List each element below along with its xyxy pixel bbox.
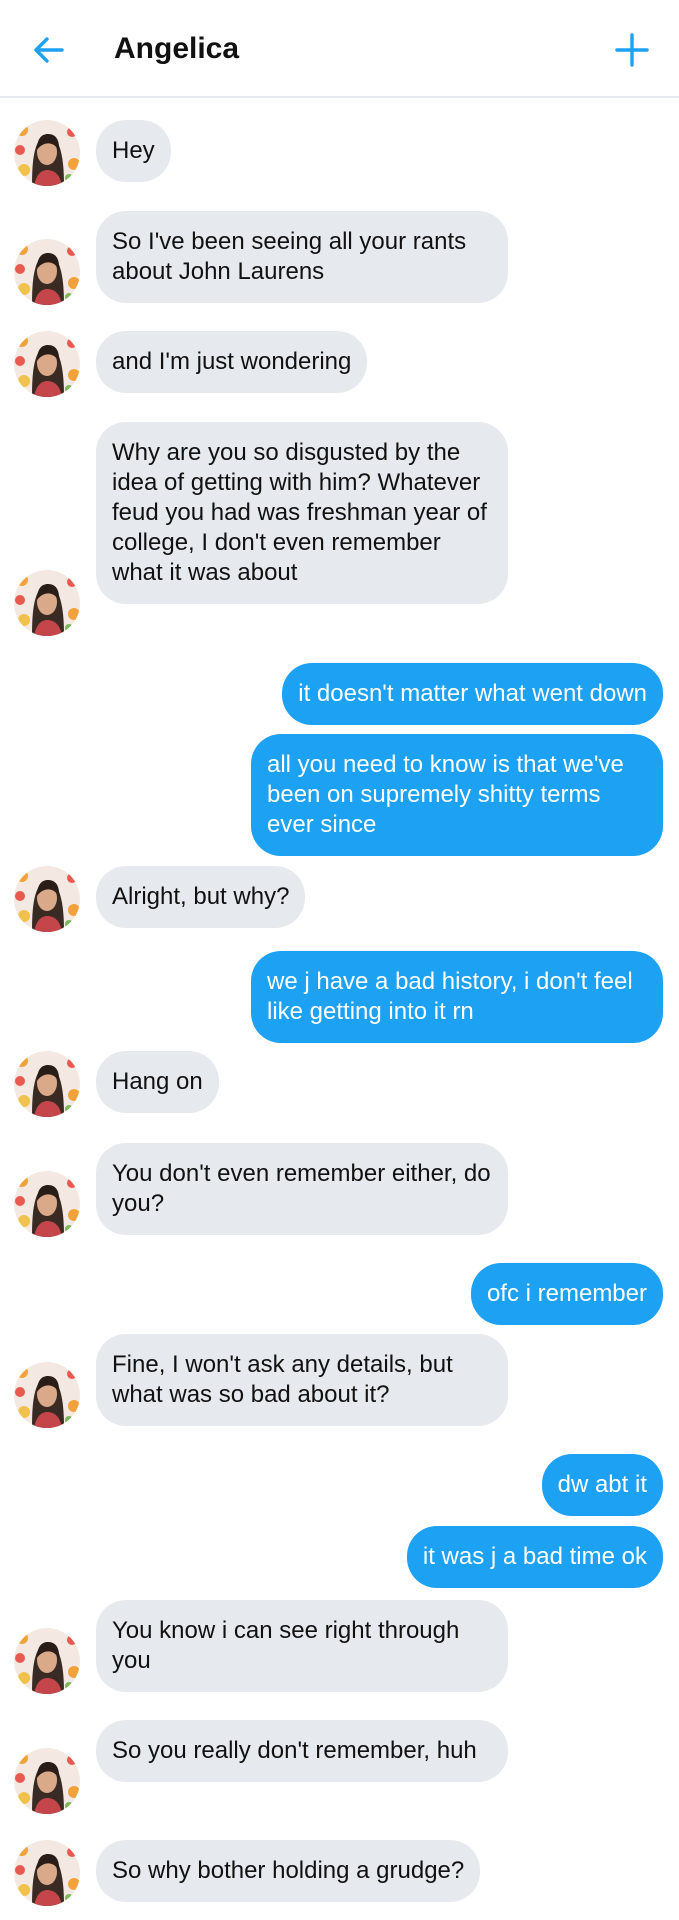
outgoing-message[interactable]: it doesn't matter what went down — [282, 663, 663, 725]
message-row: dw abt it — [0, 1454, 679, 1518]
outgoing-message[interactable]: we j have a bad history, i don't feel li… — [251, 951, 663, 1043]
message-row: it doesn't matter what went down — [0, 663, 679, 727]
message-row: and I'm just wondering — [0, 331, 679, 397]
arrow-left-icon — [34, 37, 64, 63]
message-row: all you need to know is that we've been … — [0, 734, 679, 858]
outgoing-message[interactable]: dw abt it — [541, 1454, 663, 1516]
message-row: we j have a bad history, i don't feel li… — [0, 951, 679, 1046]
avatar[interactable] — [14, 1051, 80, 1117]
back-button[interactable] — [24, 26, 72, 74]
avatar[interactable] — [14, 1171, 80, 1237]
message-row: Why are you so disgusted by the idea of … — [0, 422, 679, 637]
avatar[interactable] — [14, 1362, 80, 1428]
avatar[interactable] — [14, 570, 80, 636]
message-row: So I've been seeing all your rants about… — [0, 211, 679, 306]
incoming-message[interactable]: Hey — [96, 120, 171, 182]
outgoing-message[interactable]: ofc i remember — [470, 1263, 663, 1325]
message-row: Alright, but why? — [0, 866, 679, 932]
incoming-message[interactable]: Fine, I won't ask any details, but what … — [96, 1334, 508, 1426]
incoming-message[interactable]: and I'm just wondering — [96, 331, 368, 393]
avatar[interactable] — [14, 331, 80, 397]
message-row: You know i can see right through you — [0, 1600, 679, 1695]
incoming-message[interactable]: So you really don't remember, huh — [96, 1720, 508, 1782]
chat-header: Angelica — [0, 0, 679, 98]
incoming-message[interactable]: Hang on — [96, 1051, 219, 1113]
incoming-message[interactable]: Why are you so disgusted by the idea of … — [96, 422, 508, 604]
incoming-message[interactable]: Alright, but why? — [96, 866, 306, 928]
message-row: So you really don't remember, huh — [0, 1720, 679, 1815]
message-row: ofc i remember — [0, 1263, 679, 1327]
plus-icon — [615, 33, 649, 67]
avatar[interactable] — [14, 239, 80, 305]
message-row: So why bother holding a grudge? — [0, 1840, 679, 1906]
avatar[interactable] — [14, 1840, 80, 1906]
message-row: it was j a bad time ok — [0, 1526, 679, 1590]
outgoing-message[interactable]: all you need to know is that we've been … — [251, 734, 663, 856]
message-row: Fine, I won't ask any details, but what … — [0, 1334, 679, 1429]
incoming-message[interactable]: You don't even remember either, do you? — [96, 1143, 508, 1235]
message-row: Hang on — [0, 1051, 679, 1117]
outgoing-message[interactable]: it was j a bad time ok — [406, 1526, 663, 1588]
message-row: You don't even remember either, do you? — [0, 1143, 679, 1238]
avatar[interactable] — [14, 1628, 80, 1694]
incoming-message[interactable]: You know i can see right through you — [96, 1600, 508, 1692]
incoming-message[interactable]: So why bother holding a grudge? — [96, 1840, 481, 1902]
avatar[interactable] — [14, 1748, 80, 1814]
avatar[interactable] — [14, 120, 80, 186]
avatar[interactable] — [14, 866, 80, 932]
add-button[interactable] — [604, 22, 660, 78]
conversation-title: Angelica — [114, 32, 240, 65]
incoming-message[interactable]: So I've been seeing all your rants about… — [96, 211, 508, 303]
message-row: Hey — [0, 120, 679, 186]
